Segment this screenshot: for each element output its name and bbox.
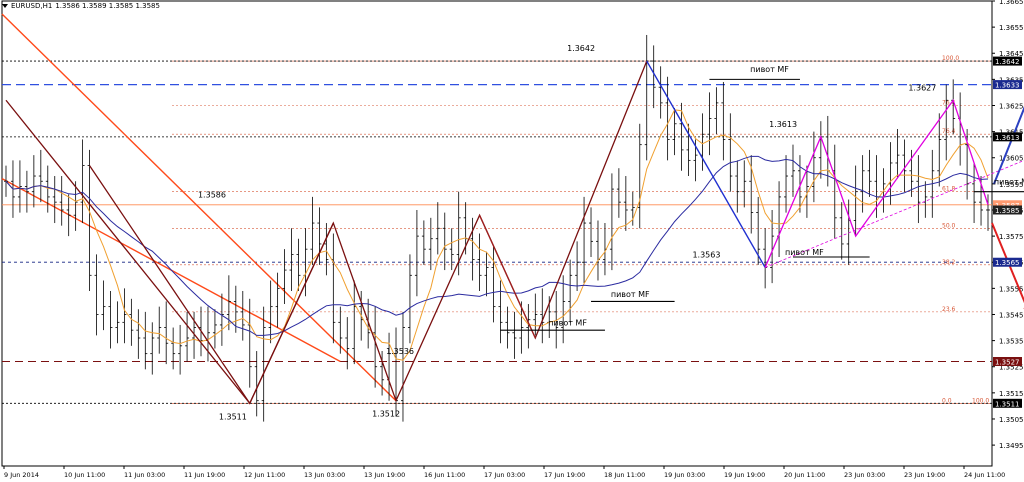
y-tick-label: 1.3625: [999, 102, 1024, 110]
y-tick-label: 1.3495: [999, 442, 1024, 450]
fib-level-label: 61.8: [942, 186, 956, 193]
x-tick-label: 12 Jun 11:00: [244, 471, 285, 479]
swing-price-label: 1.3536: [386, 347, 414, 356]
x-tick-label: 20 Jun 11:00: [784, 471, 825, 479]
plot-frame: [1, 0, 993, 467]
y-tick-label: 1.3535: [999, 338, 1024, 346]
blue-impulse-leg: [646, 60, 766, 268]
trend-line: [1, 13, 397, 402]
pivot-mf-label: пивот MF: [994, 177, 1024, 186]
price-tag-label: 1.3585: [995, 207, 1020, 215]
chart-header: EURUSD,H1 1.3586 1.3589 1.3585 1.3585: [2, 2, 160, 10]
pivot-mf-label: пивот MF: [785, 248, 824, 257]
x-tick-label: 13 Jun 19:00: [364, 471, 405, 479]
chart-canvas[interactable]: 1.36651.36551.36451.36351.36251.36151.36…: [0, 0, 1024, 482]
y-tick-label: 1.3655: [999, 24, 1024, 32]
price-tag-label: 1.3642: [995, 58, 1020, 66]
fib-level-label: 23.6: [942, 306, 956, 313]
y-tick-label: 1.3665: [999, 0, 1024, 6]
chart-window: 1.36651.36551.36451.36351.36251.36151.36…: [0, 0, 1024, 482]
price-tag-label: 1.3613: [995, 134, 1020, 142]
x-tick-label: 11 Jun 19:00: [184, 471, 225, 479]
x-tick-label: 17 Jun 19:00: [544, 471, 585, 479]
pivot-mf-label: пивот MF: [548, 319, 587, 328]
x-tick-label: 19 Jun 03:00: [664, 471, 705, 479]
fast-moving-average: [5, 109, 989, 361]
x-tick-label: 10 Jun 11:00: [64, 471, 105, 479]
swing-price-label: 1.3511: [219, 412, 247, 421]
x-tick-label: 23 Jun 03:00: [844, 471, 885, 479]
swing-price-label: 1.3642: [567, 44, 595, 53]
fib-level-label: 50.0: [942, 222, 956, 229]
price-tag-label: 1.3633: [995, 82, 1020, 90]
collapse-arrow-icon[interactable]: [2, 4, 8, 8]
swing-price-label: 1.3613: [769, 120, 797, 129]
price-tag-label: 1.3527: [995, 359, 1020, 367]
y-tick-label: 1.3505: [999, 416, 1024, 424]
symbol-title: EURUSD,H1: [11, 2, 53, 10]
swing-price-label: 1.3563: [692, 250, 720, 259]
ohlc-readout: 1.3586 1.3589 1.3585 1.3585: [55, 2, 160, 10]
y-tick-label: 1.3575: [999, 233, 1024, 241]
x-tick-label: 16 Jun 11:00: [424, 471, 465, 479]
x-tick-label: 11 Jun 03:00: [124, 471, 165, 479]
x-tick-label: 18 Jun 11:00: [604, 471, 645, 479]
pivot-mf-label: пивот MF: [611, 290, 650, 299]
x-tick-label: 24 Jun 11:00: [964, 471, 1005, 479]
pivot-mf-label: пивот MF: [750, 65, 789, 74]
x-tick-label: 23 Jun 19:00: [904, 471, 945, 479]
x-tick-label: 13 Jun 03:00: [304, 471, 345, 479]
y-tick-label: 1.3515: [999, 390, 1024, 398]
swing-price-label: 1.3627: [908, 83, 936, 92]
price-tag-label: 1.3565: [995, 259, 1020, 267]
x-tick-label: 9 Jun 2014: [4, 471, 39, 479]
slow-moving-average: [5, 155, 989, 336]
y-tick-label: 1.3545: [999, 311, 1024, 319]
zigzag-wave: [89, 165, 334, 405]
swing-price-label: 1.3586: [198, 190, 226, 199]
x-tick-label: 17 Jun 03:00: [484, 471, 525, 479]
price-tag-label: 1.3511: [995, 400, 1020, 408]
x-tick-label: 19 Jun 19:00: [724, 471, 765, 479]
swing-price-label: 1.3512: [372, 410, 400, 419]
